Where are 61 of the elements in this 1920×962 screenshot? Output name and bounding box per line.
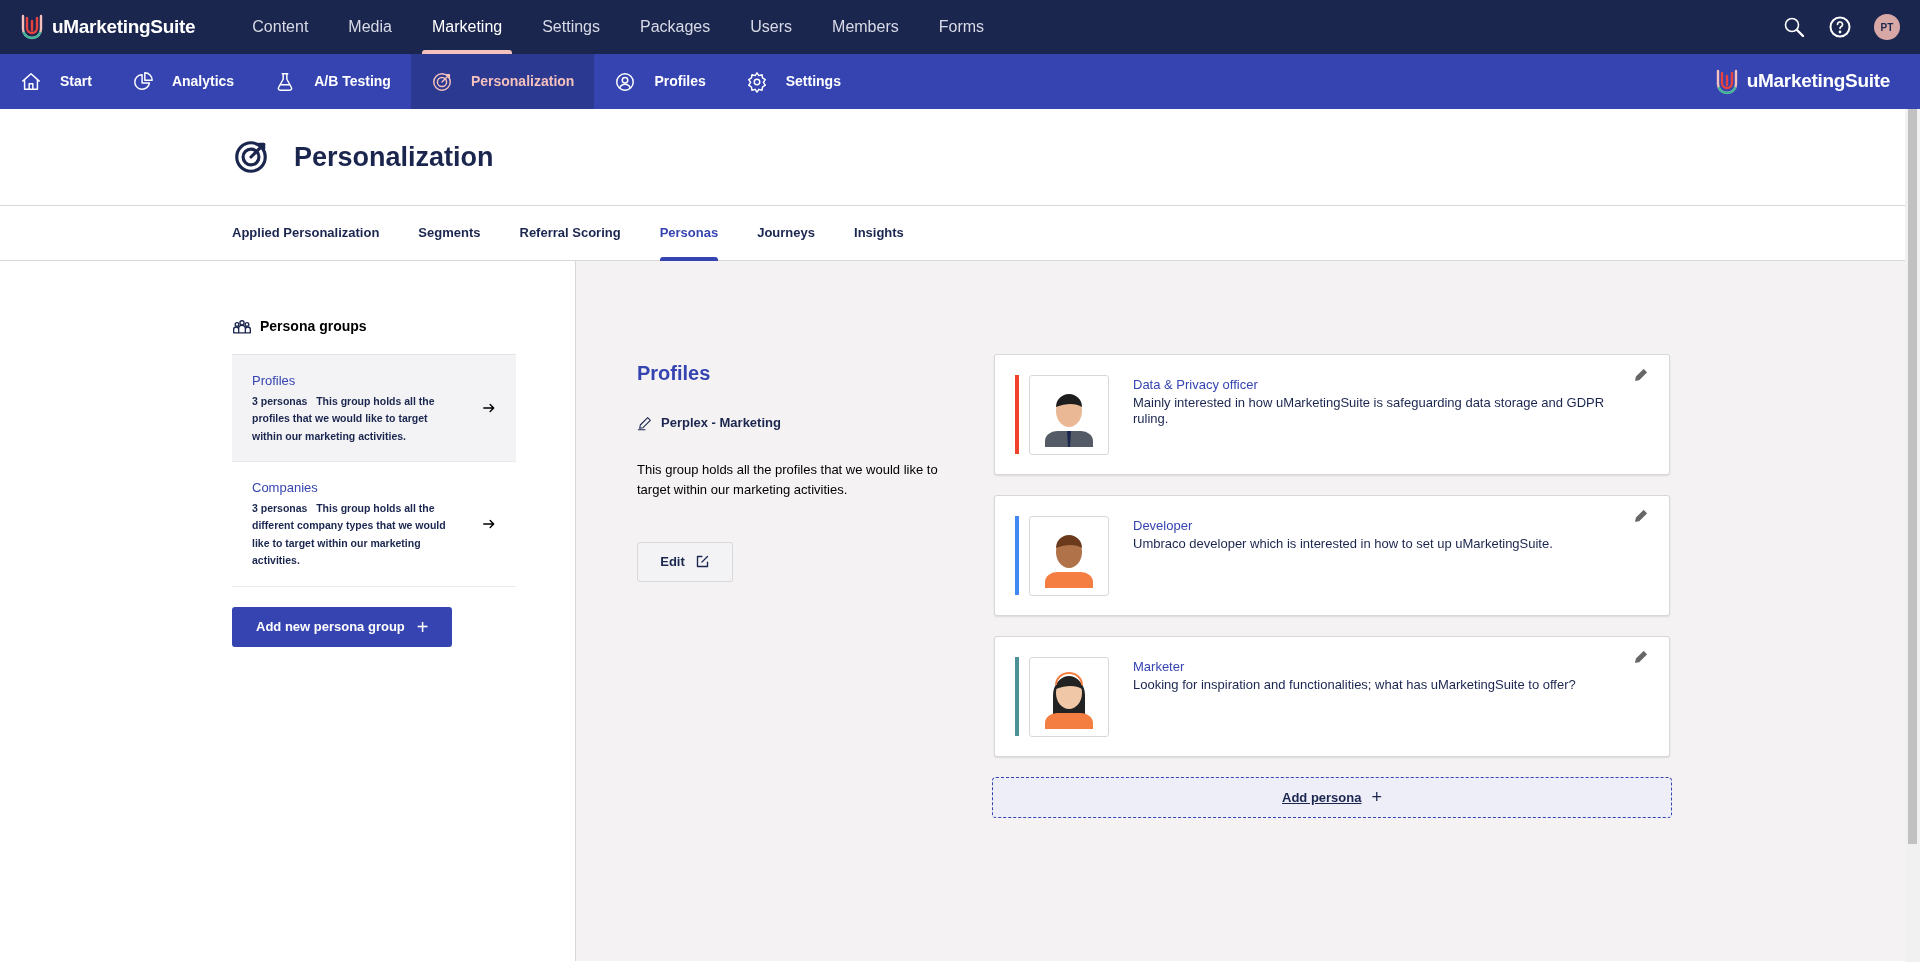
settings-icon — [745, 70, 768, 93]
nav-item[interactable]: Settings — [522, 0, 620, 54]
sub-nav-item[interactable]: A/B Testing — [254, 54, 411, 109]
section-title: Persona groups — [260, 317, 367, 336]
group-title: Profiles — [637, 361, 712, 385]
tab[interactable]: Applied Personalization — [232, 206, 380, 260]
target-icon — [430, 70, 453, 93]
plus-icon: + — [1371, 784, 1382, 811]
arrow-right-icon — [482, 401, 496, 415]
brand-name: uMarketingSuite — [52, 14, 196, 39]
pencil-icon[interactable] — [1633, 367, 1649, 383]
user-circle-icon — [614, 70, 637, 93]
persona-group-item[interactable]: Profiles 3 personas This group holds all the profiles that we would like to target within our marketing activities. — [232, 355, 516, 462]
pencil-icon[interactable] — [1633, 508, 1649, 524]
group-owner: Perplex - Marketing — [661, 414, 781, 432]
edit-button[interactable]: Edit — [637, 541, 733, 582]
sub-nav-item[interactable]: Analytics — [111, 54, 255, 109]
pencil-icon[interactable] — [1633, 649, 1649, 665]
logo-icon — [1714, 67, 1739, 96]
sub-nav-item[interactable]: Personalization — [410, 54, 595, 109]
tab[interactable]: Journeys — [757, 206, 815, 260]
persona-name[interactable]: Data & Privacy officer — [1133, 375, 1613, 395]
add-persona-group-button[interactable]: Add new persona group + — [232, 606, 453, 647]
add-persona-link[interactable]: Add persona — [1282, 787, 1362, 808]
scrollbar[interactable] — [1905, 109, 1920, 962]
nav-item[interactable]: Content — [232, 0, 329, 54]
nav-item[interactable]: Users — [730, 0, 813, 54]
group-name: Companies — [252, 479, 319, 497]
tab[interactable]: Personas — [659, 206, 719, 260]
persona-name[interactable]: Developer — [1133, 516, 1613, 536]
avatar-button[interactable]: PT — [1874, 14, 1900, 40]
nav-item[interactable]: Packages — [620, 0, 731, 54]
persona-name[interactable]: Marketer — [1133, 657, 1613, 677]
sub-nav-item[interactable]: Start — [0, 54, 112, 109]
logo-icon — [20, 13, 44, 41]
persona-description: Umbraco developer which is interested in how to set up uMarketingSuite. — [1133, 535, 1554, 552]
tab[interactable]: Segments — [418, 206, 481, 260]
nav-item[interactable]: Marketing — [411, 0, 523, 54]
persona-description: Mainly interested in how uMarketingSuite is safeguarding data storage and GDPR ruling. — [1133, 394, 1606, 427]
group-description: 3 personas This group holds all the different company types that we would like to target within our marketing activities. — [252, 500, 447, 568]
group-description: This group holds all the profiles that we would like to target within our marketing activities. — [637, 460, 939, 499]
tab[interactable]: Insights — [854, 206, 904, 260]
sub-nav-item[interactable]: Settings — [725, 54, 861, 109]
brand-name: uMarketingSuite — [1746, 69, 1890, 94]
group-description: 3 personas This group holds all the profiles that we would like to target within our marketing activities. — [252, 393, 436, 444]
sub-nav-item[interactable]: Profiles — [594, 54, 726, 109]
target-icon — [232, 138, 270, 176]
house-icon — [20, 70, 42, 93]
nav-item[interactable]: Members — [812, 0, 919, 54]
nav-item[interactable]: Forms — [918, 0, 1005, 54]
search-icon[interactable] — [1782, 15, 1806, 39]
help-icon[interactable] — [1828, 15, 1852, 39]
nav-item[interactable]: Media — [328, 0, 412, 54]
edit-icon — [694, 554, 710, 569]
pencil-icon — [637, 414, 653, 431]
group-name: Profiles — [252, 372, 297, 390]
persona-description: Looking for inspiration and functionalities; what has uMarketingSuite to offer? — [1133, 676, 1577, 693]
plus-icon: + — [416, 611, 429, 642]
page-title: Personalization — [294, 140, 494, 174]
pie-chart-icon — [131, 70, 154, 93]
tab[interactable]: Referral Scoring — [519, 206, 621, 260]
